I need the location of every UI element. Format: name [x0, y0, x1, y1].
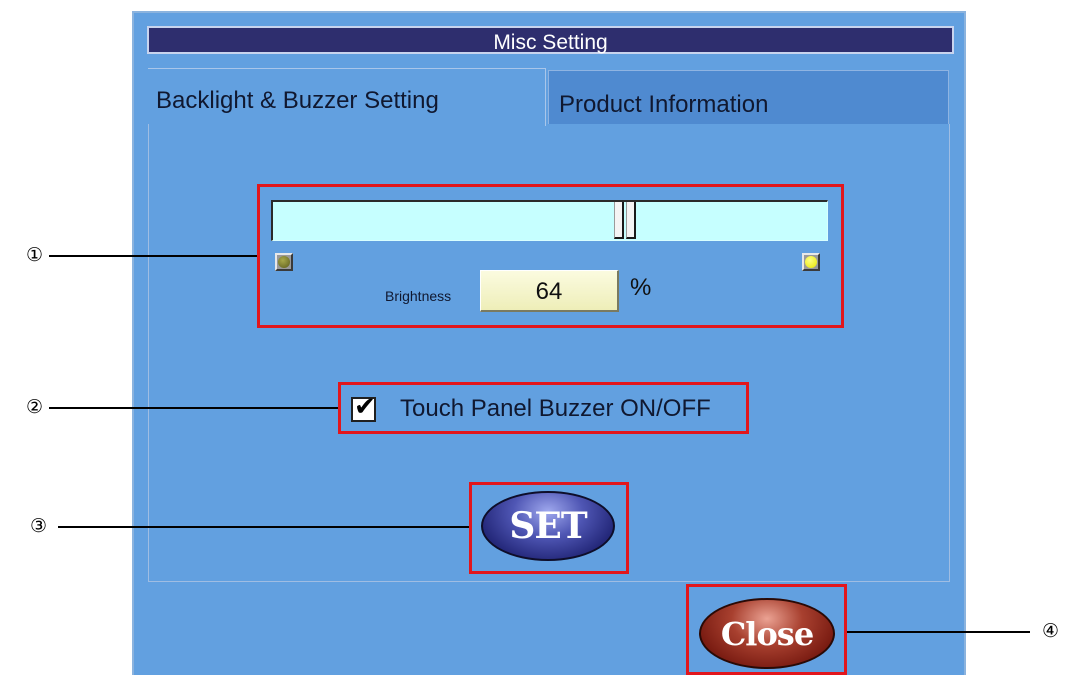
callout-number-2: ②: [26, 396, 44, 418]
close-button[interactable]: Close: [699, 598, 835, 669]
dim-lamp-icon: [275, 253, 293, 271]
window-title: Misc Setting: [147, 26, 954, 54]
brightness-slider[interactable]: [271, 200, 828, 241]
leader-line-4: [847, 631, 1030, 633]
tab-backlight-buzzer[interactable]: Backlight & Buzzer Setting: [148, 68, 546, 126]
percent-unit: %: [630, 274, 652, 301]
tab-product-information[interactable]: Product Information: [548, 70, 949, 124]
callout-number-4: ④: [1042, 620, 1060, 642]
set-button[interactable]: SET: [481, 491, 615, 561]
leader-line-1: [49, 255, 257, 257]
slider-thumb[interactable]: [614, 202, 641, 239]
buzzer-label: Touch Panel Buzzer ON/OFF: [400, 395, 711, 422]
callout-number-3: ③: [30, 515, 48, 537]
brightness-value-field[interactable]: 64: [480, 270, 619, 312]
checkmark-icon: ✔: [354, 392, 376, 422]
screenshot: Misc Setting Backlight & Buzzer Setting …: [0, 0, 1065, 675]
buzzer-checkbox[interactable]: ✔: [351, 392, 376, 422]
leader-line-2: [49, 407, 338, 409]
bright-lamp-icon: [802, 253, 820, 271]
callout-number-1: ①: [26, 244, 44, 266]
leader-line-3: [58, 526, 469, 528]
brightness-label: Brightness: [385, 288, 452, 304]
